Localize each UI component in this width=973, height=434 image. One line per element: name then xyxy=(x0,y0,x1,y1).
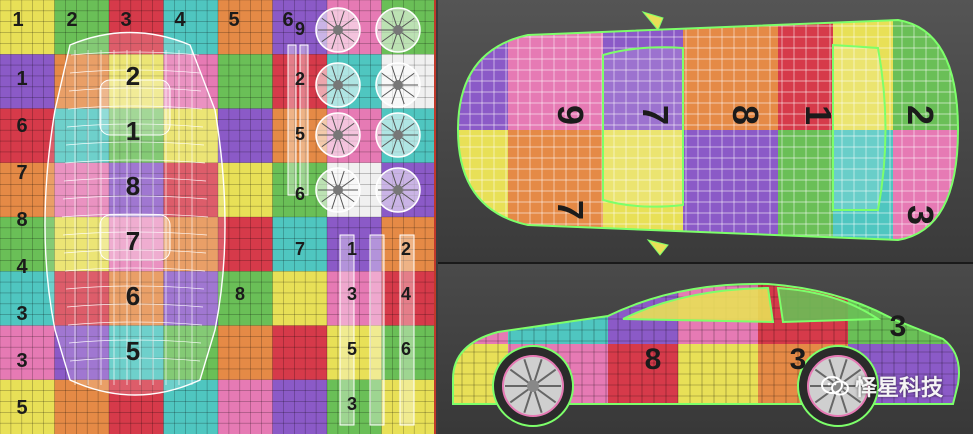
uv-left-label: 5 xyxy=(16,397,27,419)
uv-right-label: 3 xyxy=(347,284,357,304)
uv-tile xyxy=(0,0,55,55)
uv-right-label: 5 xyxy=(295,124,305,144)
side-wheel xyxy=(492,345,574,427)
uv-wheel-hub xyxy=(393,25,403,35)
car-top-view-render: 9 7 8 1 2 7 3 xyxy=(456,11,960,256)
top-mirror-left xyxy=(641,11,664,31)
top-panel-upper xyxy=(458,20,508,130)
uv-top-label: 1 xyxy=(12,9,23,31)
top-panel-label: 7 xyxy=(550,200,591,220)
uv-wheel-hub xyxy=(393,80,403,90)
uv-trim-strip xyxy=(287,44,297,196)
side-panel-label: 3 xyxy=(790,343,807,376)
uv-tile xyxy=(272,325,328,381)
top-panel-label: 9 xyxy=(550,105,591,125)
uv-right-label: 3 xyxy=(347,394,357,414)
uv-left-label: 1 xyxy=(16,68,27,90)
uv-center-label: 6 xyxy=(126,281,140,311)
uv-trim-strip xyxy=(299,44,309,196)
uv-left-label: 8 xyxy=(16,209,27,231)
uv-center-label: 2 xyxy=(126,61,140,91)
uv-tile xyxy=(272,271,328,326)
watermark: 怿星科技 xyxy=(820,370,943,402)
uv-right-label: 1 xyxy=(347,239,357,259)
uv-tile xyxy=(218,108,273,164)
uv-tile xyxy=(218,162,273,218)
top-rear-window xyxy=(832,43,887,211)
top-view-viewport[interactable]: 9 7 8 1 2 7 3 xyxy=(438,0,973,262)
uv-left-label: 6 xyxy=(16,115,27,137)
uv-left-label: 4 xyxy=(16,256,28,278)
top-windshield xyxy=(602,46,684,208)
top-panel-label: 7 xyxy=(635,105,676,125)
uv-wheel-hub xyxy=(333,25,343,35)
uv-top-label: 5 xyxy=(228,9,239,31)
uv-layout-canvas: 1 2 3 4 5 6 1 6 7 8 4 3 3 5 2 1 8 7 6 5 1 2 3 4 8 9 2 5 5 6 7 6 3 xyxy=(0,0,434,434)
uv-left-label: 3 xyxy=(16,350,27,372)
uv-top-label: 2 xyxy=(66,9,77,31)
top-panel-lower xyxy=(683,130,778,240)
uv-right-label: 6 xyxy=(401,339,411,359)
uv-right-label: 6 xyxy=(295,184,305,204)
top-panel-label: 8 xyxy=(725,105,766,125)
uv-wheel-hub xyxy=(333,80,343,90)
side-view-viewport[interactable]: 3 3 8 怿星科技 xyxy=(438,264,973,434)
uv-left-label: 3 xyxy=(16,303,27,325)
uv-tile xyxy=(218,54,273,109)
uv-top-label: 4 xyxy=(174,9,186,31)
uv-tile xyxy=(272,379,328,434)
uv-right-label: 2 xyxy=(401,239,411,259)
uv-left-label: 7 xyxy=(16,162,27,184)
side-panel-label: 8 xyxy=(645,343,662,376)
uv-wheel-hub xyxy=(393,130,403,140)
uv-top-label: 3 xyxy=(120,9,131,31)
top-panel-lower xyxy=(508,130,603,240)
top-panel-label: 1 xyxy=(798,105,839,125)
uv-map-viewport[interactable]: 1 2 3 4 5 6 1 6 7 8 4 3 3 5 2 1 8 7 6 5 1 2 3 4 8 9 2 5 5 6 7 6 3 xyxy=(0,0,436,434)
side-panel-lower xyxy=(608,344,678,405)
uv-right-label: 4 xyxy=(401,284,411,304)
uv-right-label: 7 xyxy=(295,239,305,259)
uv-center-label: 1 xyxy=(126,116,140,146)
uv-center-label: 5 xyxy=(126,336,140,366)
watermark-text: 怿星科技 xyxy=(854,376,943,401)
uv-trim-strip xyxy=(399,234,415,426)
uv-right-label: 8 xyxy=(235,284,245,304)
uv-wheel-hub xyxy=(333,185,343,195)
uv-top-label: 6 xyxy=(282,9,293,31)
uv-right-label: 2 xyxy=(295,69,305,89)
uv-wheel-hub xyxy=(393,185,403,195)
top-panel-lower xyxy=(458,130,508,240)
uv-trim-strip xyxy=(369,234,385,426)
uv-center-label: 8 xyxy=(126,171,140,201)
uv-center-label: 7 xyxy=(126,226,140,256)
wechat-icon xyxy=(820,376,849,396)
side-wheel-hub xyxy=(527,380,539,392)
car-side-view-render: 3 3 8 xyxy=(452,282,960,427)
top-mirror-right xyxy=(646,239,669,256)
uv-tile xyxy=(218,379,273,434)
uv-tile xyxy=(218,271,273,326)
top-panel-lower xyxy=(778,130,833,240)
uv-wheel-hub xyxy=(333,130,343,140)
uv-right-label: 5 xyxy=(347,339,357,359)
uv-tile xyxy=(218,325,273,381)
side-panel-label: 3 xyxy=(890,310,907,343)
uv-tile xyxy=(218,0,273,55)
uv-tile xyxy=(218,217,273,272)
top-panel-label: 2 xyxy=(900,105,941,125)
top-panel-label: 3 xyxy=(900,205,941,225)
side-panel-upper xyxy=(848,283,959,344)
uv-right-label: 9 xyxy=(295,19,305,39)
